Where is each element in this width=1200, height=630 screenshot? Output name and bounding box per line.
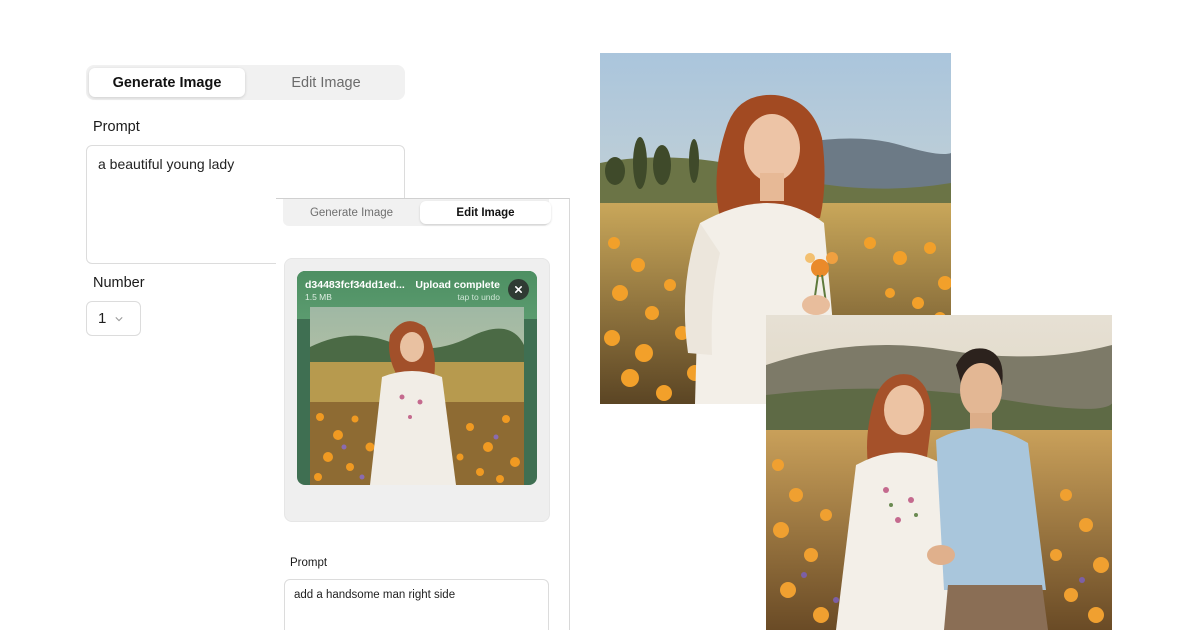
chevron-down-icon [115,316,123,321]
file-size: 1.5 MB [305,292,332,302]
edit-prompt-label: Prompt [290,557,328,569]
uploaded-file-card: d34483fcf34dd1ed... 1.5 MB Upload comple… [297,271,537,485]
edit-mode-tabs: Generate Image Edit Image [283,199,551,226]
prompt-label: Prompt [93,119,140,135]
tab-edit-image[interactable]: Edit Image [251,68,401,97]
tab-edit-image[interactable]: Edit Image [420,201,551,224]
edit-prompt-input[interactable]: add a handsome man right side [284,579,549,630]
number-select[interactable]: 1 [86,301,141,336]
number-select-value: 1 [98,310,107,327]
uploaded-image-thumbnail [310,307,524,485]
image-upload-dropzone[interactable]: d34483fcf34dd1ed... 1.5 MB Upload comple… [284,258,550,522]
edit-image-panel: Generate Image Edit Image d34483fcf34dd1… [276,198,570,630]
remove-file-button[interactable] [508,279,529,300]
upload-status: Upload complete [415,279,500,291]
close-icon [514,285,523,294]
result-image-couple[interactable] [766,315,1112,630]
mode-tabs: Generate Image Edit Image [86,65,405,100]
number-label: Number [93,275,145,291]
woman-in-flower-field-icon [310,307,524,485]
tab-generate-image[interactable]: Generate Image [89,68,245,97]
undo-hint[interactable]: tap to undo [457,292,500,302]
tab-generate-image[interactable]: Generate Image [286,201,417,224]
couple-in-flower-field-photo-icon [766,315,1112,630]
file-name: d34483fcf34dd1ed... [305,279,405,291]
